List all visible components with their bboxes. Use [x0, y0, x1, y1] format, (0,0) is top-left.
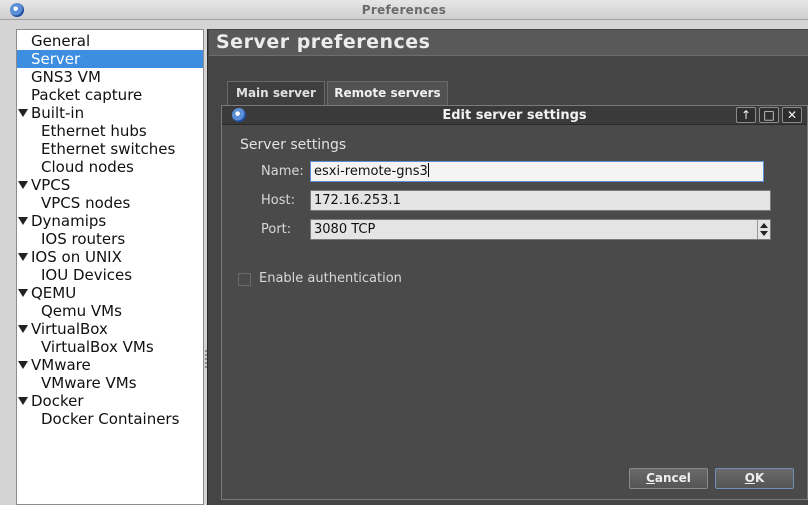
- tree-item-built-in[interactable]: Built-in: [17, 104, 203, 122]
- port-spinbox[interactable]: 3080 TCP: [310, 219, 771, 240]
- tree-item-label: Cloud nodes: [41, 158, 134, 176]
- tree-item-label: GNS3 VM: [31, 68, 101, 86]
- tree-item-label: Ethernet hubs: [41, 122, 147, 140]
- host-field[interactable]: 172.16.253.1: [310, 190, 771, 211]
- tree-item-docker[interactable]: Docker: [17, 392, 203, 410]
- tab-remote-servers[interactable]: Remote servers: [327, 81, 448, 105]
- page-title: Server preferences: [216, 31, 431, 53]
- tree-item-dynamips[interactable]: Dynamips: [17, 212, 203, 230]
- server-settings-title: Server settings: [240, 137, 347, 153]
- enable-authentication-label[interactable]: Enable authentication: [259, 271, 402, 286]
- dialog-title: Edit server settings: [442, 108, 587, 123]
- dialog-titlebar[interactable]: Edit server settings ↑ □ ✕: [222, 106, 807, 125]
- text-caret: [427, 163, 429, 177]
- tree-item-gns3-vm[interactable]: GNS3 VM: [17, 68, 203, 86]
- tree-item-label: VMware: [31, 356, 91, 374]
- tree-item-label: Qemu VMs: [41, 302, 122, 320]
- maximize-icon[interactable]: □: [759, 107, 779, 123]
- tree-item-label: VMware VMs: [41, 374, 137, 392]
- tree-item-label: IOU Devices: [41, 266, 133, 284]
- tree-item-label: Server: [31, 50, 81, 68]
- tab-main-server[interactable]: Main server: [227, 81, 325, 105]
- tree-item-ios-routers[interactable]: IOS routers: [17, 230, 203, 248]
- tree-item-label: VPCS nodes: [41, 194, 131, 212]
- cancel-mnemonic: C: [646, 471, 655, 485]
- tree-item-vpcs-nodes[interactable]: VPCS nodes: [17, 194, 203, 212]
- cancel-button[interactable]: Cancel: [629, 468, 708, 489]
- port-value: 3080 TCP: [314, 222, 376, 237]
- tree-item-vpcs[interactable]: VPCS: [17, 176, 203, 194]
- tree-item-label: IOS routers: [41, 230, 126, 248]
- tree-item-label: VPCS: [31, 176, 71, 194]
- close-icon[interactable]: ✕: [782, 107, 802, 123]
- tree-item-label: VirtualBox VMs: [41, 338, 154, 356]
- tree-item-ethernet-switches[interactable]: Ethernet switches: [17, 140, 203, 158]
- chevron-down-icon[interactable]: [18, 397, 28, 405]
- ok-button[interactable]: OK: [715, 468, 794, 489]
- host-label: Host:: [261, 193, 295, 208]
- tree-item-vmware[interactable]: VMware: [17, 356, 203, 374]
- enable-authentication-checkbox[interactable]: [238, 273, 251, 286]
- tree-item-ethernet-hubs[interactable]: Ethernet hubs: [17, 122, 203, 140]
- up-arrow-icon[interactable]: ↑: [736, 107, 756, 123]
- spin-up-icon[interactable]: [760, 223, 768, 228]
- preferences-tree[interactable]: General Server GNS3 VM Packet capture Built-…: [16, 29, 204, 505]
- port-spin-buttons[interactable]: [757, 220, 770, 239]
- window-titlebar[interactable]: Preferences: [0, 0, 808, 20]
- chevron-down-icon[interactable]: [18, 361, 28, 369]
- ok-label: K: [754, 471, 765, 485]
- chevron-down-icon[interactable]: [18, 253, 28, 261]
- chevron-down-icon[interactable]: [18, 217, 28, 225]
- tree-item-packet-capture[interactable]: Packet capture: [17, 86, 203, 104]
- chevron-down-icon[interactable]: [18, 289, 28, 297]
- tree-item-qemu-vms[interactable]: Qemu VMs: [17, 302, 203, 320]
- tree-item-ios-on-unix[interactable]: IOS on UNIX: [17, 248, 203, 266]
- chevron-down-icon[interactable]: [18, 325, 28, 333]
- tree-item-vmware-vms[interactable]: VMware VMs: [17, 374, 203, 392]
- port-label: Port:: [261, 222, 292, 237]
- page-header: Server preferences: [209, 30, 808, 56]
- tree-item-cloud-nodes[interactable]: Cloud nodes: [17, 158, 203, 176]
- ok-mnemonic: O: [744, 471, 755, 485]
- tree-item-server[interactable]: Server: [17, 50, 203, 68]
- tree-item-label: Docker: [31, 392, 84, 410]
- name-label: Name:: [261, 164, 304, 179]
- name-field[interactable]: esxi-remote-gns3: [310, 161, 764, 182]
- tree-item-label: IOS on UNIX: [31, 248, 122, 266]
- tree-item-label: VirtualBox: [31, 320, 108, 338]
- cancel-label: ancel: [654, 471, 691, 485]
- tree-item-docker-containers[interactable]: Docker Containers: [17, 410, 203, 428]
- tree-item-label: QEMU: [31, 284, 77, 302]
- tree-item-qemu[interactable]: QEMU: [17, 284, 203, 302]
- tree-item-virtualbox[interactable]: VirtualBox: [17, 320, 203, 338]
- chevron-down-icon[interactable]: [18, 181, 28, 189]
- tree-item-label: Packet capture: [31, 86, 143, 104]
- spin-down-icon[interactable]: [760, 231, 768, 236]
- window-title: Preferences: [361, 3, 447, 17]
- tree-item-label: Built-in: [31, 104, 85, 122]
- host-value: 172.16.253.1: [314, 193, 401, 208]
- tree-item-general[interactable]: General: [17, 32, 203, 50]
- tree-item-label: Dynamips: [31, 212, 107, 230]
- tree-item-virtualbox-vms[interactable]: VirtualBox VMs: [17, 338, 203, 356]
- tree-item-label: Ethernet switches: [41, 140, 176, 158]
- edit-server-dialog: Edit server settings ↑ □ ✕ Server settin…: [221, 105, 808, 500]
- chevron-down-icon[interactable]: [18, 109, 28, 117]
- tree-item-iou-devices[interactable]: IOU Devices: [17, 266, 203, 284]
- tree-item-label: Docker Containers: [41, 410, 180, 428]
- name-value: esxi-remote-gns3: [314, 164, 428, 179]
- tree-item-label: General: [31, 32, 91, 50]
